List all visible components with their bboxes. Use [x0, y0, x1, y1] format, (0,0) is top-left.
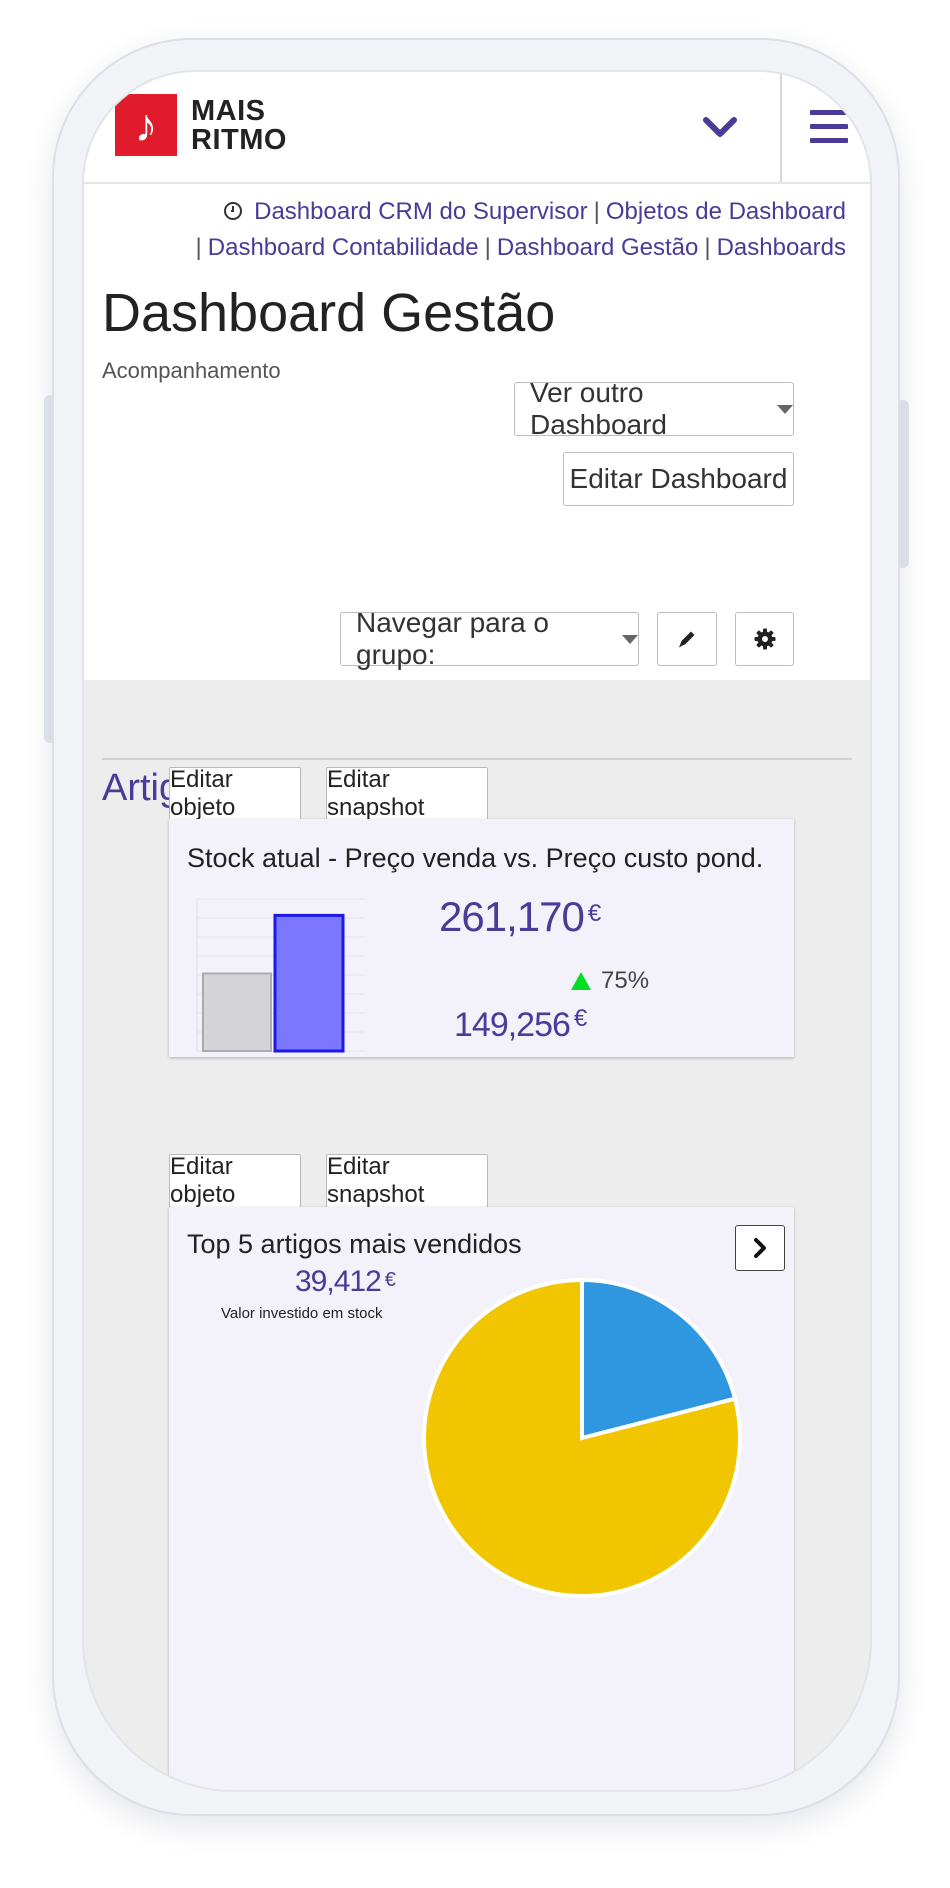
widget-title: Top 5 artigos mais vendidos	[187, 1229, 522, 1259]
breadcrumb-link-gestao[interactable]: Dashboard Gestão	[497, 234, 698, 261]
hamburger-menu-icon[interactable]	[810, 110, 848, 144]
music-note-icon: ♪	[134, 99, 158, 151]
breadcrumb-separator: |	[704, 234, 711, 261]
navbar-divider	[780, 72, 782, 182]
value-invested: 39,412 €	[295, 1265, 396, 1299]
value-primary-number: 261,170	[439, 893, 585, 940]
triangle-up-icon	[571, 972, 591, 990]
caret-down-icon	[777, 404, 793, 414]
value-secondary-number: 149,256	[454, 1006, 571, 1044]
edit-dashboard-label: Editar Dashboard	[569, 463, 788, 494]
logo-text-line1: MAIS	[191, 95, 266, 127]
widget-title: Stock atual - Preço venda vs. Preço cust…	[187, 843, 764, 873]
navigate-group-dropdown[interactable]: Navegar para o grupo:	[340, 607, 639, 670]
select-dashboard-label: Ver outro Dashboard	[530, 377, 667, 440]
page-title: Dashboard Gestão	[102, 283, 556, 343]
edit-snapshot-button[interactable]: Editar snapshot	[326, 1153, 488, 1208]
settings-button[interactable]	[735, 612, 794, 666]
breadcrumb: Dashboard CRM do Supervisor | Objetos de D…	[106, 194, 846, 266]
breadcrumb-link-dashboards[interactable]: Dashboards	[717, 234, 846, 261]
value-invested-caption: Valor investido em stock	[221, 1305, 383, 1322]
change-indicator: 75%	[571, 967, 649, 995]
bar-venda	[273, 913, 345, 1053]
logo-text-line2: RITMO	[191, 124, 287, 156]
logo-text[interactable]: MAIS RITMO	[191, 97, 287, 155]
change-percent: 75%	[601, 967, 650, 994]
section-divider	[102, 758, 852, 760]
select-dashboard-dropdown[interactable]: Ver outro Dashboard	[514, 377, 794, 440]
edit-snapshot-button[interactable]: Editar snapshot	[326, 766, 488, 821]
pencil-icon	[679, 631, 695, 648]
next-button[interactable]	[735, 1225, 785, 1271]
breadcrumb-link-objetos[interactable]: Objetos de Dashboard	[606, 198, 846, 225]
navigate-group-label: Navegar para o grupo:	[356, 607, 550, 670]
breadcrumb-separator: |	[593, 198, 600, 225]
bar-custo	[202, 972, 272, 1052]
edit-pencil-button[interactable]	[657, 612, 717, 666]
currency-symbol: €	[587, 900, 601, 927]
breadcrumb-link-crm-supervisor[interactable]: Dashboard CRM do Supervisor	[254, 198, 587, 225]
widget-card-top5: Top 5 artigos mais vendidos 39,412 € Valo…	[169, 1207, 794, 1790]
breadcrumb-separator: |	[484, 234, 491, 261]
breadcrumb-link-contabilidade[interactable]: Dashboard Contabilidade	[208, 234, 479, 261]
value-primary: 261,170 €	[439, 893, 601, 941]
pie-chart	[422, 1277, 742, 1598]
top-navbar: ♪ MAIS RITMO	[84, 72, 870, 184]
chevron-down-icon[interactable]	[702, 112, 738, 142]
widget-card-stock: Stock atual - Preço venda vs. Preço cust…	[169, 819, 794, 1057]
gear-icon	[754, 628, 775, 650]
currency-symbol: €	[573, 1005, 587, 1032]
chevron-right-icon	[754, 1238, 766, 1258]
value-invested-number: 39,412	[295, 1265, 382, 1298]
bar-chart	[196, 898, 365, 1053]
clock-icon	[224, 202, 243, 220]
breadcrumb-separator: |	[195, 234, 202, 261]
edit-object-button[interactable]: Editar objeto	[169, 766, 301, 821]
currency-symbol: €	[384, 1269, 396, 1291]
value-secondary: 149,256 €	[454, 1005, 587, 1045]
edit-dashboard-button[interactable]: Editar Dashboard	[563, 452, 794, 506]
phone-screen: ♪ MAIS RITMO Dashboard CRM do Supervisor…	[84, 72, 870, 1790]
edit-object-button[interactable]: Editar objeto	[169, 1153, 301, 1208]
page-subtitle: Acompanhamento	[102, 358, 281, 383]
caret-down-icon	[622, 634, 638, 644]
logo-mark[interactable]: ♪	[115, 94, 177, 156]
